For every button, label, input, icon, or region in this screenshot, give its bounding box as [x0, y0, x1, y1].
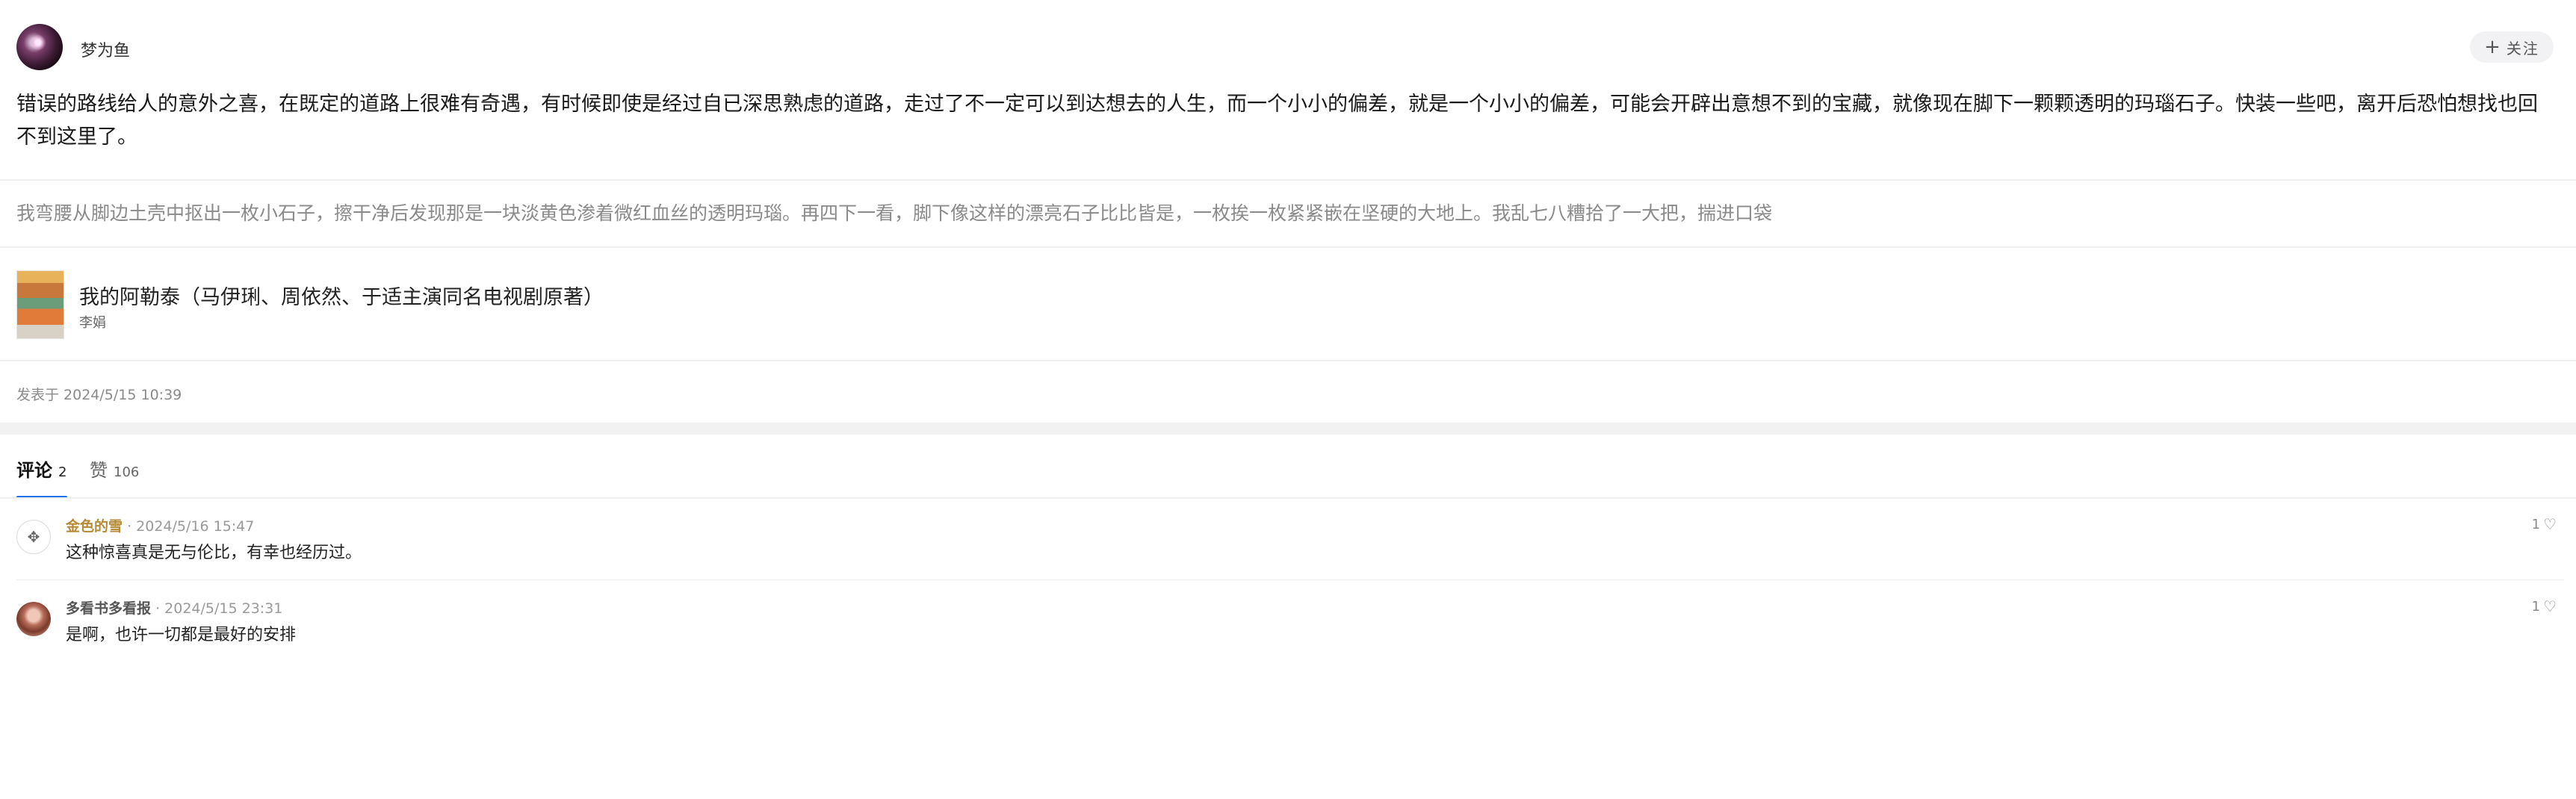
tab-comments[interactable]: 评论 2: [16, 456, 66, 482]
commenter-name[interactable]: 多看书多看报: [66, 600, 151, 617]
follow-button[interactable]: + 关注: [2470, 31, 2554, 63]
author-name[interactable]: 梦为鱼: [81, 37, 130, 61]
comment-like-button[interactable]: 1 ♡: [2532, 515, 2557, 533]
divider: [16, 579, 2564, 580]
comment-item: 多看书多看报 · 2024/5/15 23:31 是啊，也许一切都是最好的安排 …: [16, 597, 2557, 672]
comment-text: 这种惊喜真是无与伦比，有幸也经历过。: [66, 544, 362, 562]
divider: [0, 179, 2576, 181]
plus-icon: +: [2484, 36, 2502, 58]
comment-like-count: 1: [2531, 598, 2541, 615]
comment-text: 是啊，也许一切都是最好的安排: [66, 626, 297, 644]
follow-label: 关注: [2506, 39, 2539, 57]
tab-comments-count: 2: [58, 464, 67, 480]
author-avatar[interactable]: [16, 24, 63, 70]
divider: [0, 497, 2576, 499]
divider: [0, 246, 2576, 248]
commenter-avatar[interactable]: [16, 602, 51, 636]
book-title: 我的阿勒泰（马伊琍、周依然、于适主演同名电视剧原著）: [79, 286, 604, 309]
section-separator: [0, 423, 2576, 435]
heart-icon: ♡: [2543, 515, 2557, 533]
comment-time: · 2024/5/16 15:47: [127, 518, 255, 535]
tab-likes[interactable]: 赞 106: [90, 456, 139, 482]
post-text: 错误的路线给人的意外之喜，在既定的道路上很难有奇遇，有时候即使是经过自已深思熟虑…: [16, 93, 2538, 149]
book-cover-image: [16, 270, 64, 339]
book-card[interactable]: 我的阿勒泰（马伊琍、周依然、于适主演同名电视剧原著） 李娟: [16, 270, 913, 339]
tab-likes-label: 赞: [90, 460, 108, 481]
tab-likes-count: 106: [114, 464, 140, 480]
commenter-avatar[interactable]: ✥: [16, 520, 51, 554]
comment-meta: 金色的雪 · 2024/5/16 15:47: [66, 515, 254, 535]
commenter-name[interactable]: 金色的雪: [66, 518, 123, 535]
book-author: 李娟: [79, 315, 106, 331]
comment-item: ✥ 金色的雪 · 2024/5/16 15:47 这种惊喜真是无与伦比，有幸也经…: [16, 515, 2557, 590]
quoted-excerpt[interactable]: 我弯腰从脚边土壳中抠出一枚小石子，擦干净后发现那是一块淡黄色渗着微红血丝的透明玛…: [16, 199, 2557, 228]
post-detail-page: 梦为鱼 + 关注 错误的路线给人的意外之喜，在既定的道路上很难有奇遇，有时候即使…: [0, 0, 2576, 799]
comment-like-count: 1: [2531, 516, 2541, 532]
comment-like-button[interactable]: 1 ♡: [2532, 597, 2557, 615]
comment-meta: 多看书多看报 · 2024/5/15 23:31: [66, 597, 282, 618]
heart-icon: ♡: [2543, 597, 2557, 615]
comment-time: · 2024/5/15 23:31: [155, 600, 283, 617]
tab-comments-label: 评论: [16, 460, 52, 481]
divider: [0, 360, 2576, 361]
post-timestamp: 发表于 2024/5/15 10:39: [16, 387, 182, 403]
post-header: 梦为鱼 + 关注: [16, 24, 2554, 72]
